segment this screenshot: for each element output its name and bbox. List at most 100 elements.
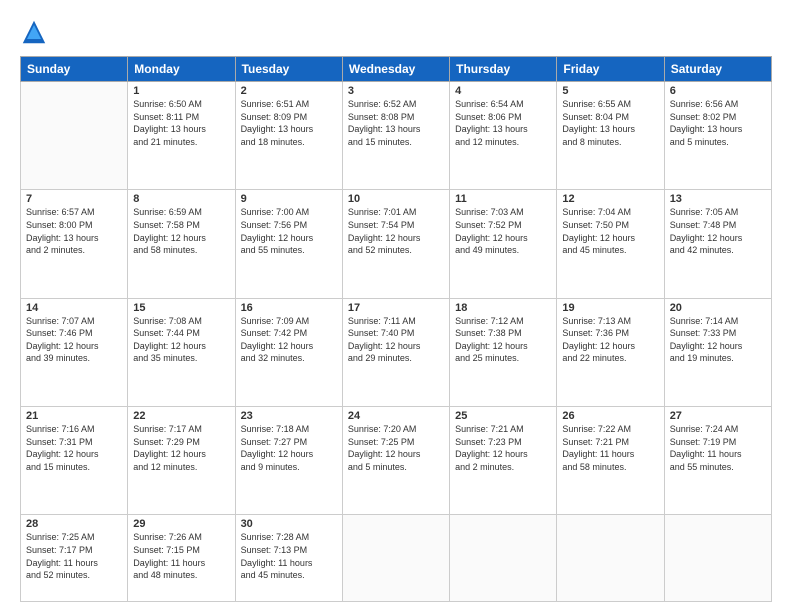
calendar-cell: 20Sunrise: 7:14 AM Sunset: 7:33 PM Dayli… [664, 298, 771, 406]
day-info: Sunrise: 7:16 AM Sunset: 7:31 PM Dayligh… [26, 423, 122, 473]
day-info: Sunrise: 7:00 AM Sunset: 7:56 PM Dayligh… [241, 206, 337, 256]
calendar-cell: 23Sunrise: 7:18 AM Sunset: 7:27 PM Dayli… [235, 406, 342, 514]
calendar-cell: 14Sunrise: 7:07 AM Sunset: 7:46 PM Dayli… [21, 298, 128, 406]
week-row-2: 14Sunrise: 7:07 AM Sunset: 7:46 PM Dayli… [21, 298, 772, 406]
day-info: Sunrise: 7:01 AM Sunset: 7:54 PM Dayligh… [348, 206, 444, 256]
day-info: Sunrise: 7:20 AM Sunset: 7:25 PM Dayligh… [348, 423, 444, 473]
day-info: Sunrise: 7:26 AM Sunset: 7:15 PM Dayligh… [133, 531, 229, 581]
day-number: 30 [241, 518, 337, 530]
calendar-cell: 16Sunrise: 7:09 AM Sunset: 7:42 PM Dayli… [235, 298, 342, 406]
day-info: Sunrise: 7:12 AM Sunset: 7:38 PM Dayligh… [455, 315, 551, 365]
day-info: Sunrise: 7:17 AM Sunset: 7:29 PM Dayligh… [133, 423, 229, 473]
header-wednesday: Wednesday [342, 57, 449, 82]
week-row-1: 7Sunrise: 6:57 AM Sunset: 8:00 PM Daylig… [21, 190, 772, 298]
header-monday: Monday [128, 57, 235, 82]
day-info: Sunrise: 7:13 AM Sunset: 7:36 PM Dayligh… [562, 315, 658, 365]
day-info: Sunrise: 7:24 AM Sunset: 7:19 PM Dayligh… [670, 423, 766, 473]
day-number: 6 [670, 85, 766, 97]
day-number: 23 [241, 410, 337, 422]
day-info: Sunrise: 7:08 AM Sunset: 7:44 PM Dayligh… [133, 315, 229, 365]
calendar-cell: 8Sunrise: 6:59 AM Sunset: 7:58 PM Daylig… [128, 190, 235, 298]
calendar-cell [21, 82, 128, 190]
week-row-4: 28Sunrise: 7:25 AM Sunset: 7:17 PM Dayli… [21, 515, 772, 602]
day-info: Sunrise: 7:21 AM Sunset: 7:23 PM Dayligh… [455, 423, 551, 473]
day-number: 12 [562, 193, 658, 205]
calendar-cell [664, 515, 771, 602]
day-info: Sunrise: 7:05 AM Sunset: 7:48 PM Dayligh… [670, 206, 766, 256]
day-number: 20 [670, 302, 766, 314]
day-info: Sunrise: 6:51 AM Sunset: 8:09 PM Dayligh… [241, 98, 337, 148]
week-row-3: 21Sunrise: 7:16 AM Sunset: 7:31 PM Dayli… [21, 406, 772, 514]
day-number: 18 [455, 302, 551, 314]
day-number: 24 [348, 410, 444, 422]
day-number: 26 [562, 410, 658, 422]
day-info: Sunrise: 6:50 AM Sunset: 8:11 PM Dayligh… [133, 98, 229, 148]
calendar-cell: 2Sunrise: 6:51 AM Sunset: 8:09 PM Daylig… [235, 82, 342, 190]
calendar-cell [557, 515, 664, 602]
day-number: 1 [133, 85, 229, 97]
calendar-cell: 28Sunrise: 7:25 AM Sunset: 7:17 PM Dayli… [21, 515, 128, 602]
day-number: 9 [241, 193, 337, 205]
header-thursday: Thursday [450, 57, 557, 82]
calendar-cell: 11Sunrise: 7:03 AM Sunset: 7:52 PM Dayli… [450, 190, 557, 298]
header-row: SundayMondayTuesdayWednesdayThursdayFrid… [21, 57, 772, 82]
calendar-cell: 4Sunrise: 6:54 AM Sunset: 8:06 PM Daylig… [450, 82, 557, 190]
day-number: 7 [26, 193, 122, 205]
calendar-cell: 22Sunrise: 7:17 AM Sunset: 7:29 PM Dayli… [128, 406, 235, 514]
calendar-cell: 5Sunrise: 6:55 AM Sunset: 8:04 PM Daylig… [557, 82, 664, 190]
day-info: Sunrise: 7:03 AM Sunset: 7:52 PM Dayligh… [455, 206, 551, 256]
calendar-table: SundayMondayTuesdayWednesdayThursdayFrid… [20, 56, 772, 602]
calendar-cell: 18Sunrise: 7:12 AM Sunset: 7:38 PM Dayli… [450, 298, 557, 406]
calendar-cell: 12Sunrise: 7:04 AM Sunset: 7:50 PM Dayli… [557, 190, 664, 298]
day-number: 29 [133, 518, 229, 530]
calendar-cell: 7Sunrise: 6:57 AM Sunset: 8:00 PM Daylig… [21, 190, 128, 298]
day-number: 8 [133, 193, 229, 205]
day-number: 5 [562, 85, 658, 97]
calendar-cell: 29Sunrise: 7:26 AM Sunset: 7:15 PM Dayli… [128, 515, 235, 602]
calendar-cell: 25Sunrise: 7:21 AM Sunset: 7:23 PM Dayli… [450, 406, 557, 514]
calendar-cell [450, 515, 557, 602]
day-info: Sunrise: 7:09 AM Sunset: 7:42 PM Dayligh… [241, 315, 337, 365]
calendar-cell: 24Sunrise: 7:20 AM Sunset: 7:25 PM Dayli… [342, 406, 449, 514]
calendar-cell: 21Sunrise: 7:16 AM Sunset: 7:31 PM Dayli… [21, 406, 128, 514]
day-info: Sunrise: 6:59 AM Sunset: 7:58 PM Dayligh… [133, 206, 229, 256]
day-info: Sunrise: 7:11 AM Sunset: 7:40 PM Dayligh… [348, 315, 444, 365]
day-number: 28 [26, 518, 122, 530]
day-info: Sunrise: 6:56 AM Sunset: 8:02 PM Dayligh… [670, 98, 766, 148]
header-friday: Friday [557, 57, 664, 82]
logo [20, 18, 52, 46]
day-number: 19 [562, 302, 658, 314]
day-info: Sunrise: 7:25 AM Sunset: 7:17 PM Dayligh… [26, 531, 122, 581]
day-number: 2 [241, 85, 337, 97]
header-tuesday: Tuesday [235, 57, 342, 82]
day-number: 25 [455, 410, 551, 422]
calendar-cell: 17Sunrise: 7:11 AM Sunset: 7:40 PM Dayli… [342, 298, 449, 406]
calendar-cell: 26Sunrise: 7:22 AM Sunset: 7:21 PM Dayli… [557, 406, 664, 514]
calendar-cell: 27Sunrise: 7:24 AM Sunset: 7:19 PM Dayli… [664, 406, 771, 514]
header-sunday: Sunday [21, 57, 128, 82]
day-info: Sunrise: 7:22 AM Sunset: 7:21 PM Dayligh… [562, 423, 658, 473]
calendar-cell [342, 515, 449, 602]
day-number: 10 [348, 193, 444, 205]
week-row-0: 1Sunrise: 6:50 AM Sunset: 8:11 PM Daylig… [21, 82, 772, 190]
calendar-cell: 1Sunrise: 6:50 AM Sunset: 8:11 PM Daylig… [128, 82, 235, 190]
day-number: 17 [348, 302, 444, 314]
calendar-cell: 19Sunrise: 7:13 AM Sunset: 7:36 PM Dayli… [557, 298, 664, 406]
header-saturday: Saturday [664, 57, 771, 82]
day-info: Sunrise: 6:55 AM Sunset: 8:04 PM Dayligh… [562, 98, 658, 148]
day-number: 4 [455, 85, 551, 97]
calendar-cell: 9Sunrise: 7:00 AM Sunset: 7:56 PM Daylig… [235, 190, 342, 298]
day-number: 11 [455, 193, 551, 205]
calendar-cell: 3Sunrise: 6:52 AM Sunset: 8:08 PM Daylig… [342, 82, 449, 190]
calendar-cell: 6Sunrise: 6:56 AM Sunset: 8:02 PM Daylig… [664, 82, 771, 190]
day-number: 21 [26, 410, 122, 422]
day-info: Sunrise: 6:54 AM Sunset: 8:06 PM Dayligh… [455, 98, 551, 148]
day-number: 13 [670, 193, 766, 205]
calendar-cell: 10Sunrise: 7:01 AM Sunset: 7:54 PM Dayli… [342, 190, 449, 298]
calendar-cell: 13Sunrise: 7:05 AM Sunset: 7:48 PM Dayli… [664, 190, 771, 298]
day-info: Sunrise: 7:18 AM Sunset: 7:27 PM Dayligh… [241, 423, 337, 473]
day-number: 15 [133, 302, 229, 314]
day-number: 3 [348, 85, 444, 97]
day-info: Sunrise: 6:52 AM Sunset: 8:08 PM Dayligh… [348, 98, 444, 148]
day-info: Sunrise: 7:14 AM Sunset: 7:33 PM Dayligh… [670, 315, 766, 365]
